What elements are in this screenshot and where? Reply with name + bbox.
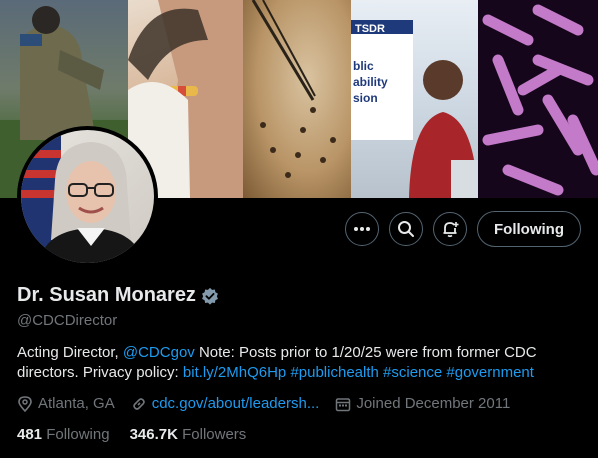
join-date: Joined December 2011: [335, 395, 510, 412]
profile-name: Dr. Susan Monarez: [17, 284, 196, 306]
hashtag-publichealth[interactable]: #publichealth: [290, 364, 378, 381]
profile-handle: @CDCDirector: [17, 312, 118, 329]
banner-photo-mosquitoes: [243, 0, 351, 198]
bio-text-1: Acting Director,: [17, 344, 123, 361]
banner-sign-line-4: sion: [353, 91, 378, 105]
followers-count-link[interactable]: 346.7K Followers: [130, 426, 247, 443]
location: Atlanta, GA: [17, 395, 115, 412]
hashtag-science[interactable]: #science: [383, 364, 442, 381]
bio-mention-link[interactable]: @CDCgov: [123, 344, 195, 361]
profile-counts: 481 Following 346.7K Followers: [17, 426, 246, 443]
banner-photo-bacteria: [478, 0, 598, 198]
website: cdc.gov/about/leadersh...: [131, 395, 320, 412]
banner-sign-line-3: ability: [353, 75, 388, 89]
profile-meta: Atlanta, GA cdc.gov/about/leadersh... Jo…: [17, 395, 510, 412]
location-text: Atlanta, GA: [38, 395, 115, 412]
avatar-photo: [21, 130, 154, 263]
search-button[interactable]: [389, 212, 424, 246]
following-label: Following: [46, 426, 110, 443]
bell-plus-icon: [443, 222, 459, 238]
bio-url-link[interactable]: bit.ly/2MhQ6Hp: [183, 364, 286, 381]
followers-label: Followers: [182, 426, 247, 443]
notifications-button[interactable]: [433, 212, 468, 246]
banner-sign-line-1: TSDR: [355, 23, 385, 35]
banner-sign-line-2: blic: [353, 59, 374, 73]
more-icon: [354, 227, 371, 231]
following-button[interactable]: Following: [477, 211, 581, 247]
verified-badge-icon[interactable]: [201, 287, 219, 305]
following-count-link[interactable]: 481 Following: [17, 426, 110, 443]
profile-avatar[interactable]: [17, 126, 158, 267]
location-pin-icon: [18, 395, 32, 412]
search-icon: [398, 221, 415, 237]
more-button[interactable]: [345, 212, 380, 246]
profile-name-row: Dr. Susan Monarez: [17, 284, 219, 307]
calendar-icon: [336, 397, 351, 411]
link-icon: [132, 397, 145, 410]
hashtag-government[interactable]: #government: [446, 364, 534, 381]
profile-actions: Following: [345, 211, 581, 247]
following-count: 481: [17, 426, 43, 443]
profile-bio: Acting Director, @CDCgov Note: Posts pri…: [17, 343, 582, 383]
followers-count: 346.7K: [129, 426, 178, 443]
website-link[interactable]: cdc.gov/about/leadersh...: [152, 395, 320, 412]
banner-photo-presenter: TSDR blic ability sion: [351, 0, 478, 198]
join-date-text: Joined December 2011: [356, 395, 511, 412]
